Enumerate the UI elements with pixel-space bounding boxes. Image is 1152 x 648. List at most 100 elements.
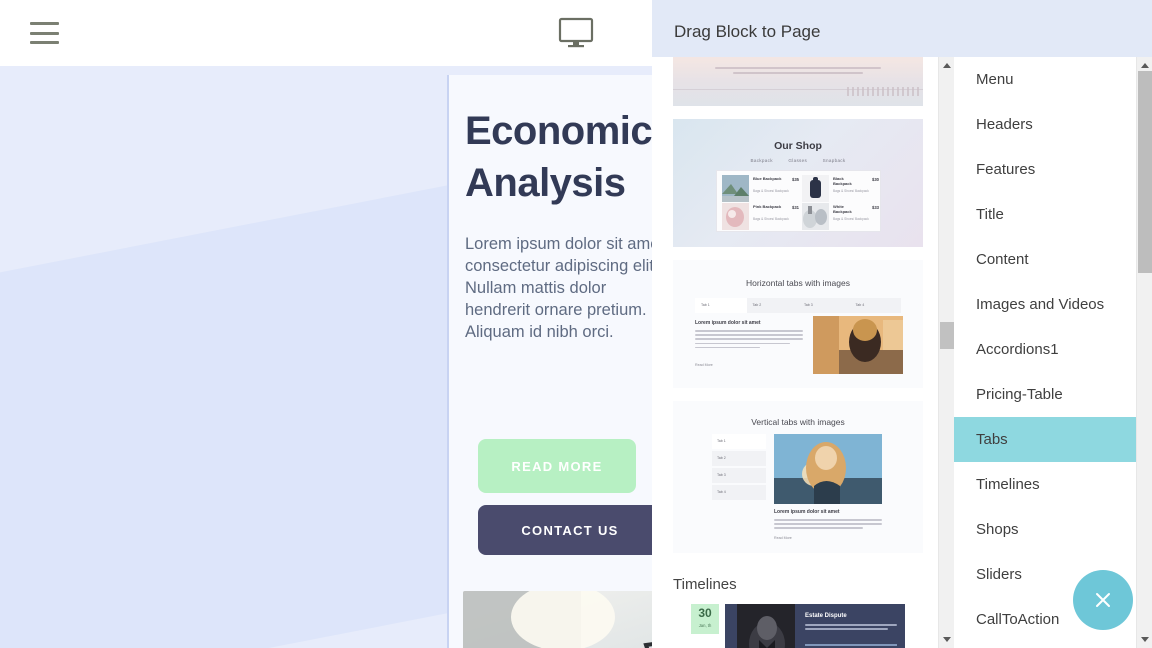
sidebar-item-headers[interactable]: Headers xyxy=(954,102,1136,147)
block-thumbnail-timelines[interactable]: 30 Jan, th Estate Dispute xyxy=(673,602,923,648)
skyline-shape xyxy=(847,87,919,96)
shop-tabs: Backpack Glasses Snapback xyxy=(673,158,923,163)
sidebar-item-timelines[interactable]: Timelines xyxy=(954,462,1136,507)
read-more-link: Read More xyxy=(774,536,792,540)
timeline-date-month: Jan, th xyxy=(698,623,712,628)
scroll-up-arrow-icon[interactable] xyxy=(939,57,955,74)
vertical-tab-column: Tab 1 Tab 2 Tab 3 Tab 4 xyxy=(712,434,766,502)
product-item: Black Backpack $30 Bags & Shoes/ Backpac… xyxy=(802,175,880,202)
block-thumbnail-sunset-banner[interactable] xyxy=(673,57,923,106)
thumbnail-text-lines xyxy=(715,67,881,77)
product-category: Bags & Shoes/ Backpack xyxy=(753,217,789,221)
tab-image xyxy=(774,434,882,504)
product-category: Bags & Shoes/ Backpack xyxy=(833,217,869,221)
tab-item: Tab 1 xyxy=(695,298,747,313)
shop-title: Our Shop xyxy=(774,140,822,152)
product-category: Bags & Shoes/ Backpack xyxy=(753,189,789,193)
tab-lead-text: Lorem ipsum dolor sit amet xyxy=(774,509,840,515)
product-name: Pink Backpack xyxy=(753,204,782,209)
shop-tab: Backpack xyxy=(750,158,773,163)
product-price: $31 xyxy=(792,205,799,210)
product-category: Bags & Shoes/ Backpack xyxy=(833,189,869,193)
sidebar-item-shops[interactable]: Shops xyxy=(954,507,1136,552)
tab-item: Tab 4 xyxy=(855,303,865,307)
product-name: Blue Backpack xyxy=(753,176,782,181)
product-item: Blue Backpack $35 Bags & Shoes/ Backpack xyxy=(722,175,800,202)
timeline-date-day: 30 xyxy=(698,606,712,620)
sidebar-item-tabs[interactable]: Tabs xyxy=(954,417,1136,462)
desktop-monitor-icon[interactable] xyxy=(557,17,595,49)
close-panel-button[interactable] xyxy=(1073,570,1133,630)
sidebar-item-menu[interactable]: Menu xyxy=(954,57,1136,102)
hamburger-icon[interactable] xyxy=(30,22,59,44)
close-icon xyxy=(1096,593,1110,607)
scroll-down-arrow-icon[interactable] xyxy=(1137,631,1152,648)
app-root: Economic Analysis Lorem ipsum dolor sit … xyxy=(0,0,1152,648)
horizontal-tab-row: Tab 1 Tab 2 Tab 3 Tab 4 xyxy=(695,298,901,313)
thumbnail-scrollbar[interactable] xyxy=(938,57,954,648)
hero-photo xyxy=(463,591,660,648)
hero-paragraph: Lorem ipsum dolor sit amet, consectetur … xyxy=(465,235,660,341)
product-price: $33 xyxy=(872,205,879,210)
sidebar-item-title[interactable]: Title xyxy=(954,192,1136,237)
block-category-list[interactable]: Menu Headers Features Title Content Imag… xyxy=(954,57,1136,648)
sidebar-item-content[interactable]: Content xyxy=(954,237,1136,282)
product-name: White Backpack xyxy=(833,204,852,214)
product-thumb xyxy=(722,203,749,230)
tab-item: Tab 3 xyxy=(804,303,813,307)
product-item: White Backpack $33 Bags & Shoes/ Backpac… xyxy=(802,203,880,230)
tab-item: Tab 2 xyxy=(752,303,762,307)
section-label-timelines: Timelines xyxy=(673,576,737,593)
hamburger-bar xyxy=(30,31,59,35)
tab-lead-text: Lorem ipsum dolor sit amet xyxy=(695,320,761,326)
sidebar-item-pricing-table[interactable]: Pricing-Table xyxy=(954,372,1136,417)
shop-tab: Snapback xyxy=(822,158,846,163)
timeline-card: Estate Dispute xyxy=(725,604,905,648)
shop-product-grid: Blue Backpack $35 Bags & Shoes/ Backpack… xyxy=(716,170,881,232)
site-topbar xyxy=(0,0,660,66)
product-thumb xyxy=(802,175,829,202)
shop-tab: Glasses xyxy=(788,158,808,163)
tab-body-lines xyxy=(695,330,803,351)
category-scrollbar[interactable] xyxy=(1136,57,1152,648)
contact-us-button[interactable]: CONTACT US xyxy=(478,505,660,555)
timeline-card-title: Estate Dispute xyxy=(805,613,847,619)
scrollbar-thumb[interactable] xyxy=(1138,71,1152,273)
product-name: Black Backpack xyxy=(833,176,852,186)
block-thumbnail-horizontal-tabs[interactable]: Horizontal tabs with images Tab 1 Tab 2 … xyxy=(673,260,923,388)
product-item: Pink Backpack $31 Bags & Shoes/ Backpack xyxy=(722,203,800,230)
panel-title: Drag Block to Page xyxy=(674,22,821,41)
hero-card: Economic Analysis Lorem ipsum dolor sit … xyxy=(449,75,660,648)
timeline-photo xyxy=(737,604,795,648)
sidebar-item-features[interactable]: Features xyxy=(954,147,1136,192)
horizontal-tabs-title: Horizontal tabs with images xyxy=(746,278,850,288)
sidebar-item-accordions1[interactable]: Accordions1 xyxy=(954,327,1136,372)
timeline-card-lines xyxy=(805,624,897,633)
panel-body: Our Shop Backpack Glasses Snapback Blue … xyxy=(652,57,1152,648)
scrollbar-thumb[interactable] xyxy=(940,322,954,349)
tab-body-lines xyxy=(774,519,882,532)
tab-item: Tab 3 xyxy=(712,468,766,483)
timeline-card-meta xyxy=(805,644,897,646)
block-thumbnail-list[interactable]: Our Shop Backpack Glasses Snapback Blue … xyxy=(652,57,938,648)
tab-item: Tab 1 xyxy=(712,434,766,449)
scroll-down-arrow-icon[interactable] xyxy=(939,631,955,648)
block-thumbnail-vertical-tabs[interactable]: Vertical tabs with images Tab 1 Tab 2 Ta… xyxy=(673,401,923,553)
tab-item: Tab 2 xyxy=(712,451,766,466)
page-title: Economic Analysis xyxy=(465,109,653,205)
drag-block-panel: Drag Block to Page Our Shop Backpack Gla… xyxy=(652,0,1152,648)
product-price: $35 xyxy=(792,177,799,182)
read-more-link: Read More xyxy=(695,363,713,367)
vertical-tabs-title: Vertical tabs with images xyxy=(751,417,845,427)
block-thumbnail-our-shop[interactable]: Our Shop Backpack Glasses Snapback Blue … xyxy=(673,119,923,247)
panel-header: Drag Block to Page xyxy=(652,0,1152,57)
site-preview-canvas: Economic Analysis Lorem ipsum dolor sit … xyxy=(0,0,660,648)
product-thumb xyxy=(802,203,829,230)
tab-item: Tab 4 xyxy=(712,485,766,500)
sidebar-item-images-and-videos[interactable]: Images and Videos xyxy=(954,282,1136,327)
tab-image xyxy=(813,316,903,374)
product-price: $30 xyxy=(872,177,879,182)
hamburger-bar xyxy=(30,22,59,25)
hamburger-bar xyxy=(30,41,59,44)
read-more-button[interactable]: READ MORE xyxy=(478,439,636,493)
